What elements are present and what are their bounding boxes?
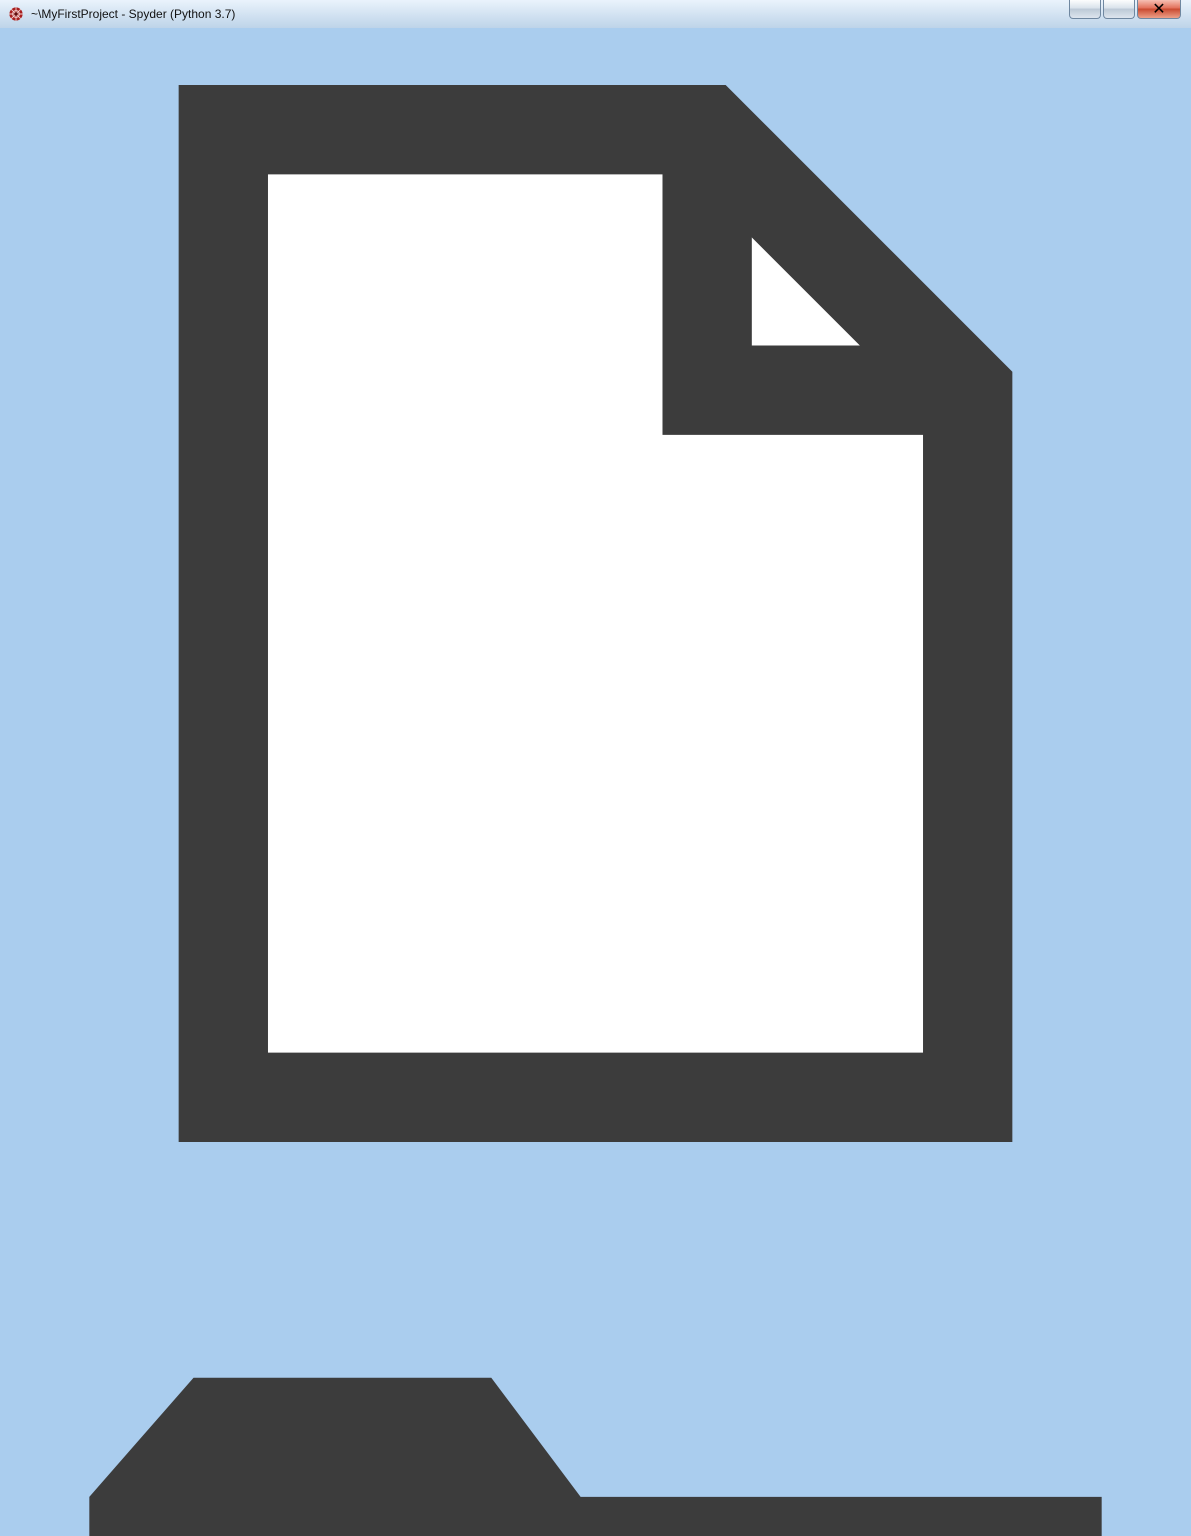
main-toolbar: @C:\Users\Dora\MyFirstProject xyxy=(0,18,1191,1536)
spyder-logo-icon xyxy=(8,6,24,22)
close-button[interactable]: ✕ xyxy=(1137,0,1181,19)
close-icon: ✕ xyxy=(1152,1,1166,18)
maximize-button[interactable] xyxy=(1103,0,1135,19)
open-file-button[interactable] xyxy=(0,1214,1191,1536)
title-bar: ~\MyFirstProject - Spyder (Python 3.7) ✕ xyxy=(0,0,1191,28)
spyder-window: ~\MyFirstProject - Spyder (Python 3.7) ✕… xyxy=(0,0,1191,1536)
window-title: ~\MyFirstProject - Spyder (Python 3.7) xyxy=(31,7,236,21)
new-file-icon xyxy=(0,84,1191,1213)
minimize-button[interactable] xyxy=(1069,0,1101,19)
new-file-button[interactable] xyxy=(0,18,1191,1214)
